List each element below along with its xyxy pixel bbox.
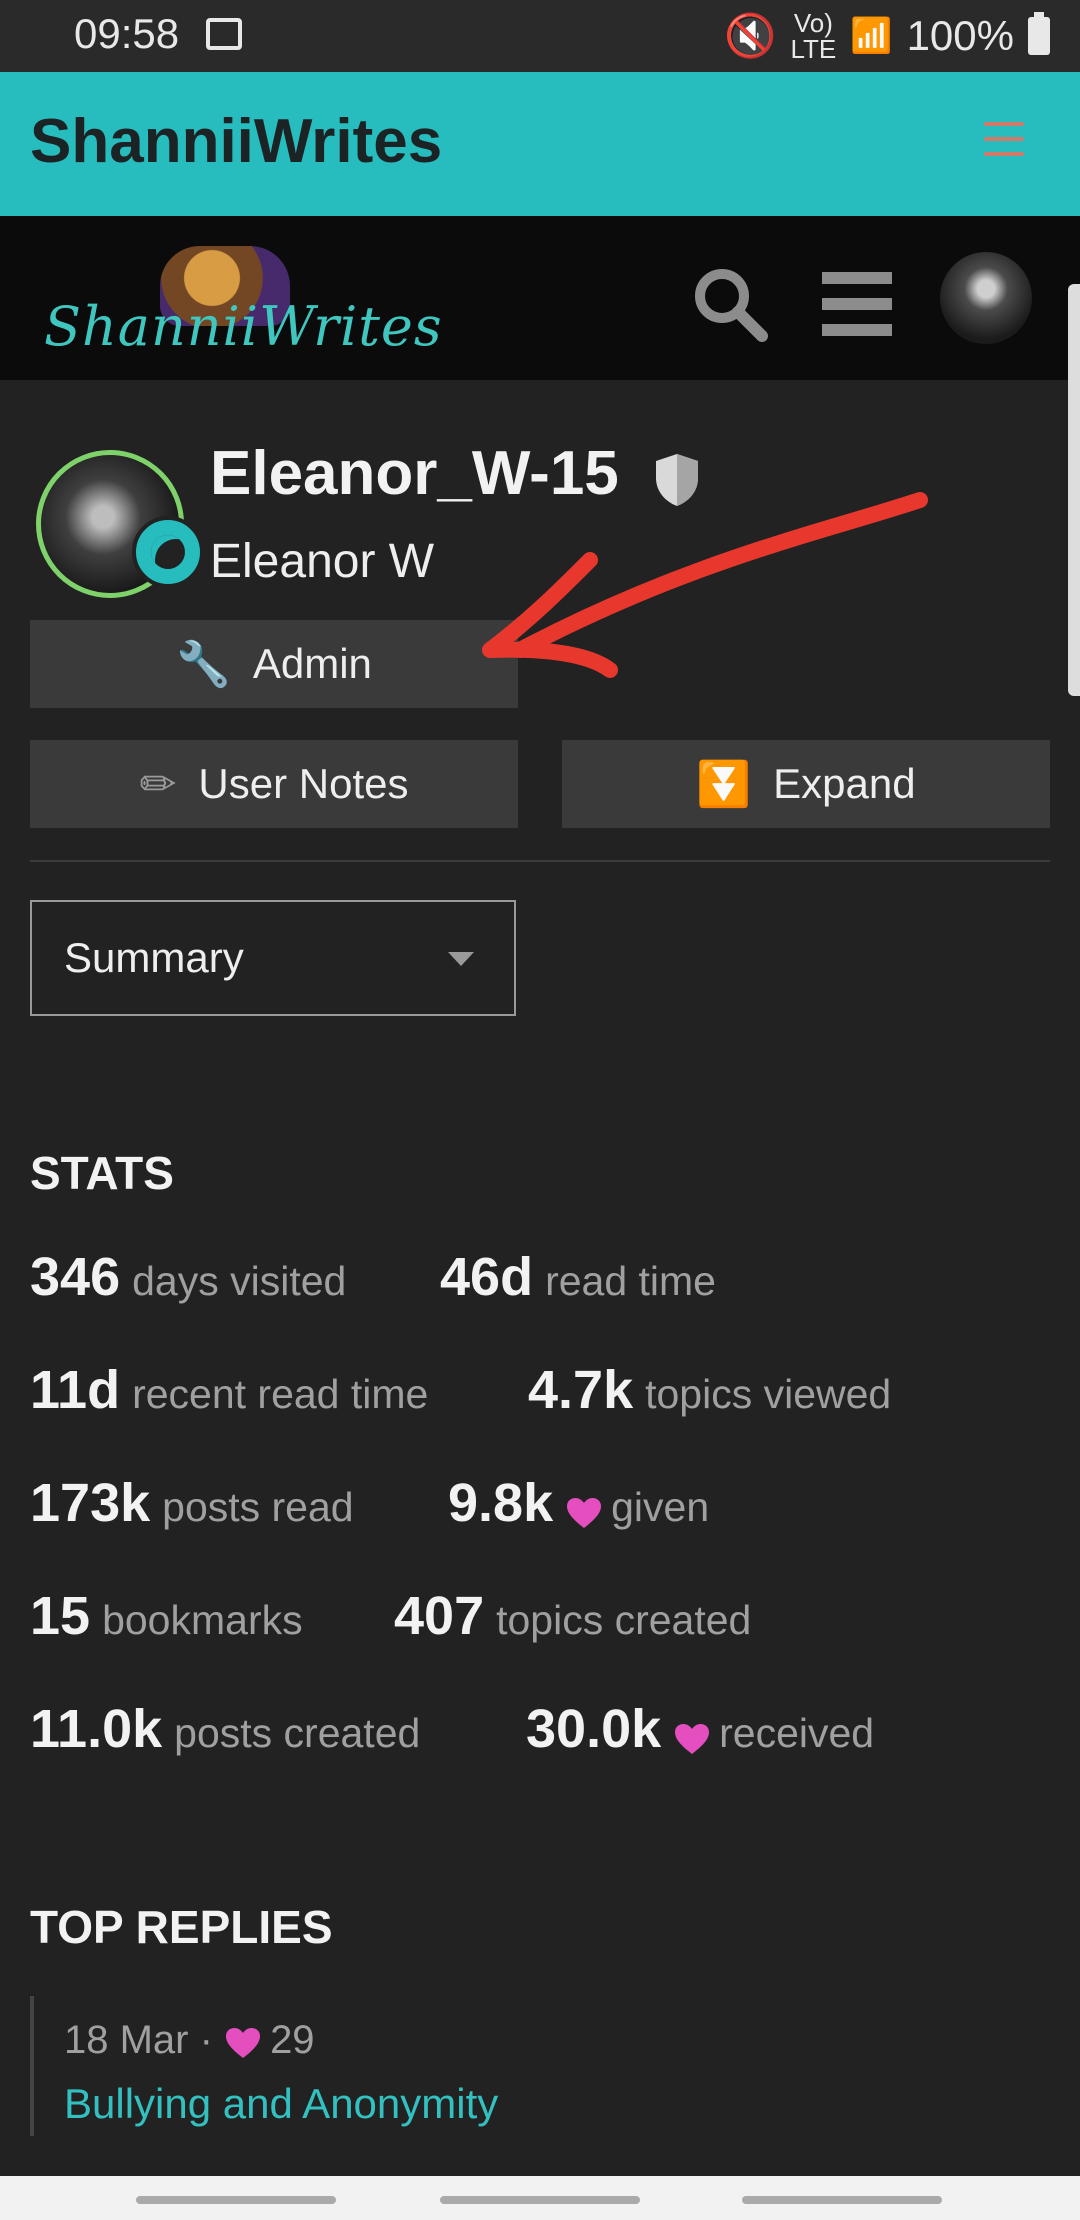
stat-value: 11d bbox=[30, 1360, 121, 1420]
user-notes-button-label: User Notes bbox=[198, 760, 409, 807]
reply-date: 18 Mar · bbox=[64, 2018, 213, 2062]
expand-button[interactable]: ⏬ Expand bbox=[562, 740, 1050, 828]
battery-percent: 100% bbox=[906, 12, 1014, 59]
admin-button[interactable]: 🔧 Admin bbox=[30, 620, 518, 708]
site-title[interactable]: ShanniiWrites bbox=[30, 106, 442, 177]
stat-posts-created: 11.0k posts created bbox=[30, 1698, 420, 1760]
double-chevron-down-icon: ⏬ bbox=[696, 760, 752, 809]
stat-label: posts created bbox=[174, 1710, 421, 1756]
stat-topics-created: 407 topics created bbox=[394, 1585, 751, 1647]
hamburger-menu-icon[interactable] bbox=[822, 272, 892, 336]
stat-label: topics viewed bbox=[645, 1371, 892, 1417]
reply-likes: 29 bbox=[270, 2018, 315, 2062]
dropdown-selected-value: Summary bbox=[64, 934, 244, 981]
forum-header: ShanniiWrites bbox=[0, 216, 1080, 380]
volte-bottom-label: LTE bbox=[790, 34, 837, 64]
stat-read-time: 46d read time bbox=[440, 1246, 716, 1308]
heart-icon bbox=[224, 2025, 262, 2059]
top-reply-item: 18 Mar · 29 Bullying and Anonymity bbox=[30, 1996, 1054, 2136]
stat-value: 407 bbox=[394, 1586, 485, 1646]
stat-value: 15 bbox=[30, 1586, 91, 1646]
stat-value: 11.0k bbox=[30, 1699, 163, 1759]
top-replies-heading: TOP REPLIES bbox=[30, 1901, 333, 1953]
summary-dropdown[interactable]: Summary bbox=[30, 900, 516, 1016]
stat-label: given bbox=[611, 1484, 710, 1530]
stat-label: posts read bbox=[162, 1484, 354, 1530]
system-nav-bar bbox=[0, 2176, 1080, 2220]
status-icons: 🔇 Vo) LTE 📶 100% bbox=[724, 10, 1050, 62]
divider bbox=[30, 860, 1050, 862]
heart-icon bbox=[673, 1719, 711, 1755]
wifi-icon: 📶 bbox=[850, 17, 893, 55]
reply-topic-link[interactable]: Bullying and Anonymity bbox=[64, 2080, 498, 2128]
stat-likes-given: 9.8k given bbox=[448, 1472, 709, 1534]
stat-label: bookmarks bbox=[102, 1597, 303, 1643]
stat-posts-read: 173k posts read bbox=[30, 1472, 354, 1534]
gallery-notification-icon bbox=[206, 18, 242, 50]
stat-label: received bbox=[719, 1710, 875, 1756]
site-menu-icon[interactable] bbox=[984, 122, 1024, 162]
stats-heading: STATS bbox=[30, 1147, 174, 1199]
search-icon[interactable] bbox=[690, 264, 768, 342]
volte-indicator: Vo) LTE bbox=[790, 10, 836, 62]
stat-days-visited: 346 days visited bbox=[30, 1246, 346, 1308]
status-bar: 09:58 🔇 Vo) LTE 📶 100% bbox=[0, 0, 1080, 72]
caret-down-icon bbox=[448, 952, 474, 966]
stat-label: recent read time bbox=[132, 1371, 429, 1417]
mute-icon: 🔇 bbox=[724, 11, 777, 59]
wrench-icon: 🔧 bbox=[176, 640, 231, 689]
nav-handle-right[interactable] bbox=[742, 2196, 942, 2204]
site-logo[interactable]: ShanniiWrites bbox=[40, 246, 442, 364]
stat-value: 173k bbox=[30, 1473, 151, 1533]
battery-icon bbox=[1028, 12, 1050, 55]
stat-recent-read-time: 11d recent read time bbox=[30, 1359, 428, 1421]
stat-likes-received: 30.0k received bbox=[526, 1698, 874, 1760]
nav-handle-left[interactable] bbox=[136, 2196, 336, 2204]
nav-handle-center[interactable] bbox=[440, 2196, 640, 2204]
stat-topics-viewed: 4.7k topics viewed bbox=[528, 1359, 891, 1421]
current-user-avatar[interactable] bbox=[940, 252, 1032, 344]
expand-button-label: Expand bbox=[773, 760, 916, 807]
cookie-badge-icon bbox=[132, 516, 204, 588]
stat-bookmarks: 15 bookmarks bbox=[30, 1585, 303, 1647]
admin-button-label: Admin bbox=[252, 640, 372, 687]
user-notes-button[interactable]: ✏ User Notes bbox=[30, 740, 518, 828]
reply-meta: 18 Mar · 29 bbox=[64, 2018, 315, 2063]
annotation-arrow bbox=[482, 492, 928, 678]
stat-value: 30.0k bbox=[526, 1699, 662, 1759]
stat-value: 346 bbox=[30, 1247, 121, 1307]
stat-value: 9.8k bbox=[448, 1473, 554, 1533]
stat-value: 4.7k bbox=[528, 1360, 634, 1420]
stat-value: 46d bbox=[440, 1247, 534, 1307]
heart-icon bbox=[565, 1493, 603, 1529]
status-time: 09:58 bbox=[74, 10, 180, 57]
stat-label: topics created bbox=[496, 1597, 752, 1643]
logo-text: ShanniiWrites bbox=[44, 295, 443, 358]
scrollbar-thumb[interactable] bbox=[1068, 284, 1080, 696]
profile-full-name: Eleanor W bbox=[210, 535, 435, 588]
site-title-bar: ShanniiWrites bbox=[0, 72, 1080, 216]
stat-label: read time bbox=[545, 1258, 716, 1304]
pencil-icon: ✏ bbox=[139, 759, 177, 809]
stat-label: days visited bbox=[132, 1258, 347, 1304]
volte-top-label: Vo) bbox=[793, 8, 833, 38]
